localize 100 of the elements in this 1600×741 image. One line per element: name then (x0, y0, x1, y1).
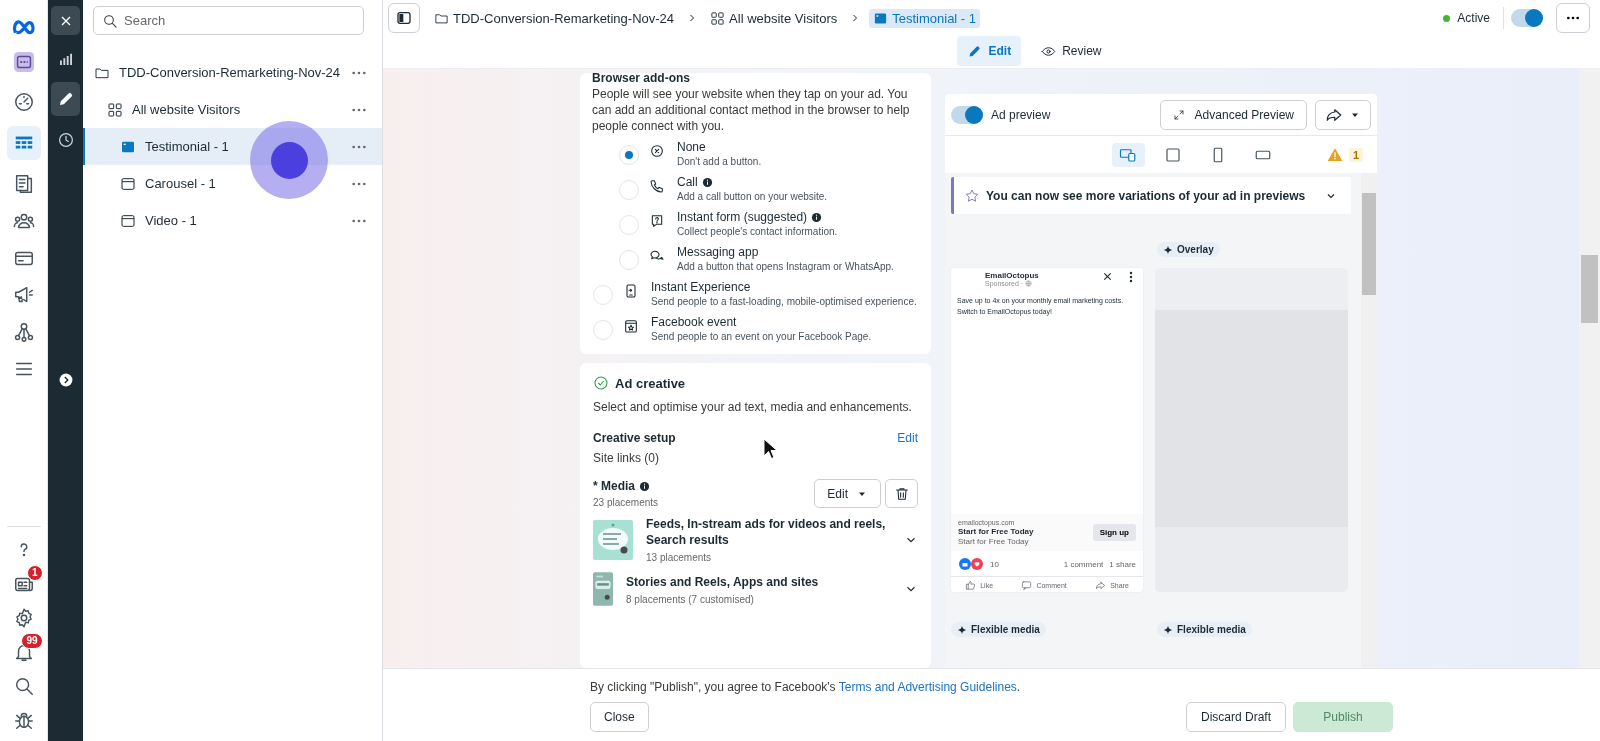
radio-button[interactable] (619, 250, 639, 270)
radio-button[interactable] (619, 215, 639, 235)
breadcrumb-link[interactable]: All website Visitors (706, 8, 842, 28)
radio-button[interactable] (619, 145, 639, 165)
phone-screen-icon (623, 283, 639, 299)
globe-icon (1025, 280, 1033, 287)
terms-link[interactable]: Terms and Advertising Guidelines (838, 680, 1017, 694)
search-icon (102, 13, 118, 29)
option-label: Instant Experience (651, 280, 751, 295)
expand-button[interactable] (58, 373, 73, 387)
option-description: Add a call button on your website. (677, 190, 828, 204)
share-dropdown-button[interactable] (1315, 99, 1371, 130)
edit-link[interactable]: Edit (897, 431, 918, 445)
warning-count: 1 (1348, 147, 1363, 162)
scrollbar[interactable] (1579, 69, 1600, 668)
placements-count: 8 placements (7 customised) (626, 593, 755, 605)
share-arrow-icon (1095, 580, 1107, 591)
option-label: None (677, 140, 706, 155)
option-description: Don't add a button. (677, 155, 762, 169)
placement-title: Stories and Reels, Apps and sites (626, 573, 820, 590)
radio-button[interactable] (593, 285, 613, 305)
close-button[interactable] (51, 6, 80, 35)
advanced-preview-button[interactable]: Advanced Preview (1159, 99, 1307, 130)
option-description: Send people to an event on your Facebook Page. (651, 330, 872, 344)
star-icon (964, 187, 980, 204)
placement-title: Feeds, In-stream ads for videos and reels, Search results (646, 516, 887, 548)
subsection-heading: Creative setup (593, 431, 676, 445)
option-description: Send people to a fast-loading, mobile-optimised experience. (651, 295, 917, 309)
sign-up-button[interactable]: Sign up (1092, 524, 1136, 541)
edit-dropdown-button[interactable]: Edit (814, 479, 881, 508)
thumbs-up-icon (965, 580, 977, 591)
app-icon (12, 51, 35, 73)
warning-icon (1326, 146, 1343, 163)
page-name: EmailOctopus (985, 271, 1040, 280)
gauge-icon[interactable] (12, 91, 35, 113)
close-icon[interactable] (1102, 271, 1113, 282)
scrollbar[interactable] (1361, 173, 1377, 668)
radio-button[interactable] (619, 180, 639, 200)
square-icon[interactable] (1164, 145, 1183, 164)
section-heading: Ad creative (615, 375, 686, 391)
feature-chip: Overlay (1157, 242, 1220, 257)
placements-count: 23 placements (593, 497, 659, 508)
placement-group[interactable]: Stories and Reels, Apps and sites 8 placements (7 customised) (593, 571, 918, 607)
pencil-icon (967, 43, 983, 59)
placement-group[interactable]: Feeds, In-stream ads for videos and reels, Search results 13 placements (593, 516, 918, 563)
phone-icon (649, 178, 665, 194)
field-label: * Media (593, 479, 635, 493)
tree-item[interactable]: Video - 1 (83, 202, 382, 239)
option-label: Facebook event (651, 315, 737, 330)
option-description: Collect people's contact information. (677, 225, 838, 239)
grid-icon (710, 10, 726, 26)
delete-button[interactable] (885, 479, 918, 508)
radio-button[interactable] (593, 320, 613, 340)
circle-x-icon (649, 143, 665, 159)
reaction-count: 10 (990, 559, 999, 569)
status-toggle[interactable] (1511, 9, 1543, 27)
notification-badge: 1 (26, 565, 43, 581)
section-heading: Browser add-ons (592, 71, 691, 85)
sidebar-icon (396, 10, 412, 26)
mode-tab[interactable]: Edit (957, 36, 1022, 66)
ad-icon (120, 175, 136, 192)
publish-notice: By clicking "Publish", you agree to Facebook's Terms and Advertising Guidelines. (590, 680, 1021, 694)
comment-count: 1 comment (1063, 559, 1104, 569)
section-description: Select and optimise your ad text, media and enhancements. (593, 400, 913, 414)
expand-icon (1172, 108, 1185, 121)
feature-chip: Flexible media (1157, 622, 1252, 637)
trash-icon (893, 485, 910, 502)
hierarchy-icon[interactable] (12, 321, 35, 343)
mode-tab[interactable]: Review (1031, 36, 1112, 66)
tree-item[interactable]: All website Visitors (83, 91, 382, 128)
option-label: Instant form (suggested) (677, 210, 808, 225)
discard-draft-button[interactable]: Discard Draft (1186, 702, 1286, 732)
ad-icon (120, 212, 136, 229)
breadcrumb-link[interactable]: TDD-Conversion-Remarketing-Nov-24 (430, 8, 679, 28)
tree-item[interactable]: Testimonial - 1 (83, 128, 382, 165)
reactions-icon (958, 556, 984, 572)
tree-item[interactable]: TDD-Conversion-Remarketing-Nov-24 (83, 54, 382, 91)
form-bubble-icon (649, 213, 665, 229)
speech-bubble-icon (1021, 580, 1033, 591)
share-count: 1 share (1109, 559, 1136, 569)
status-label: Active (1457, 11, 1490, 25)
info-banner[interactable]: You can now see more variations of your ad in previews (951, 177, 1351, 214)
site-links-label: Site links (0) (593, 451, 661, 465)
preview-toggle[interactable] (951, 105, 983, 124)
option-label: Call (677, 175, 698, 190)
grid-icon (107, 101, 123, 118)
panel-toggle-button[interactable] (388, 3, 420, 33)
tree-item[interactable]: Carousel - 1 (83, 165, 382, 202)
breadcrumb-link[interactable]: Testimonial - 1 (869, 8, 981, 28)
toggle-label: Ad preview (991, 107, 1051, 122)
placements-count: 13 placements (646, 552, 713, 563)
link-headline: Start for Free Today (958, 527, 1035, 536)
search-field[interactable]: Search (93, 6, 364, 35)
close-button[interactable]: Close (590, 702, 649, 732)
notification-badge: 99 (21, 633, 43, 649)
feature-chip: Flexible media (951, 622, 1046, 637)
section-description: People will see your website when they tap on your ad. You can add an additional contact method in the browser to help people connect with you. (592, 86, 911, 134)
mouse-cursor-icon (762, 438, 778, 460)
clock-icon[interactable] (56, 130, 75, 149)
option-description: Add a button that opens Instagram or WhatsApp. (677, 260, 894, 274)
